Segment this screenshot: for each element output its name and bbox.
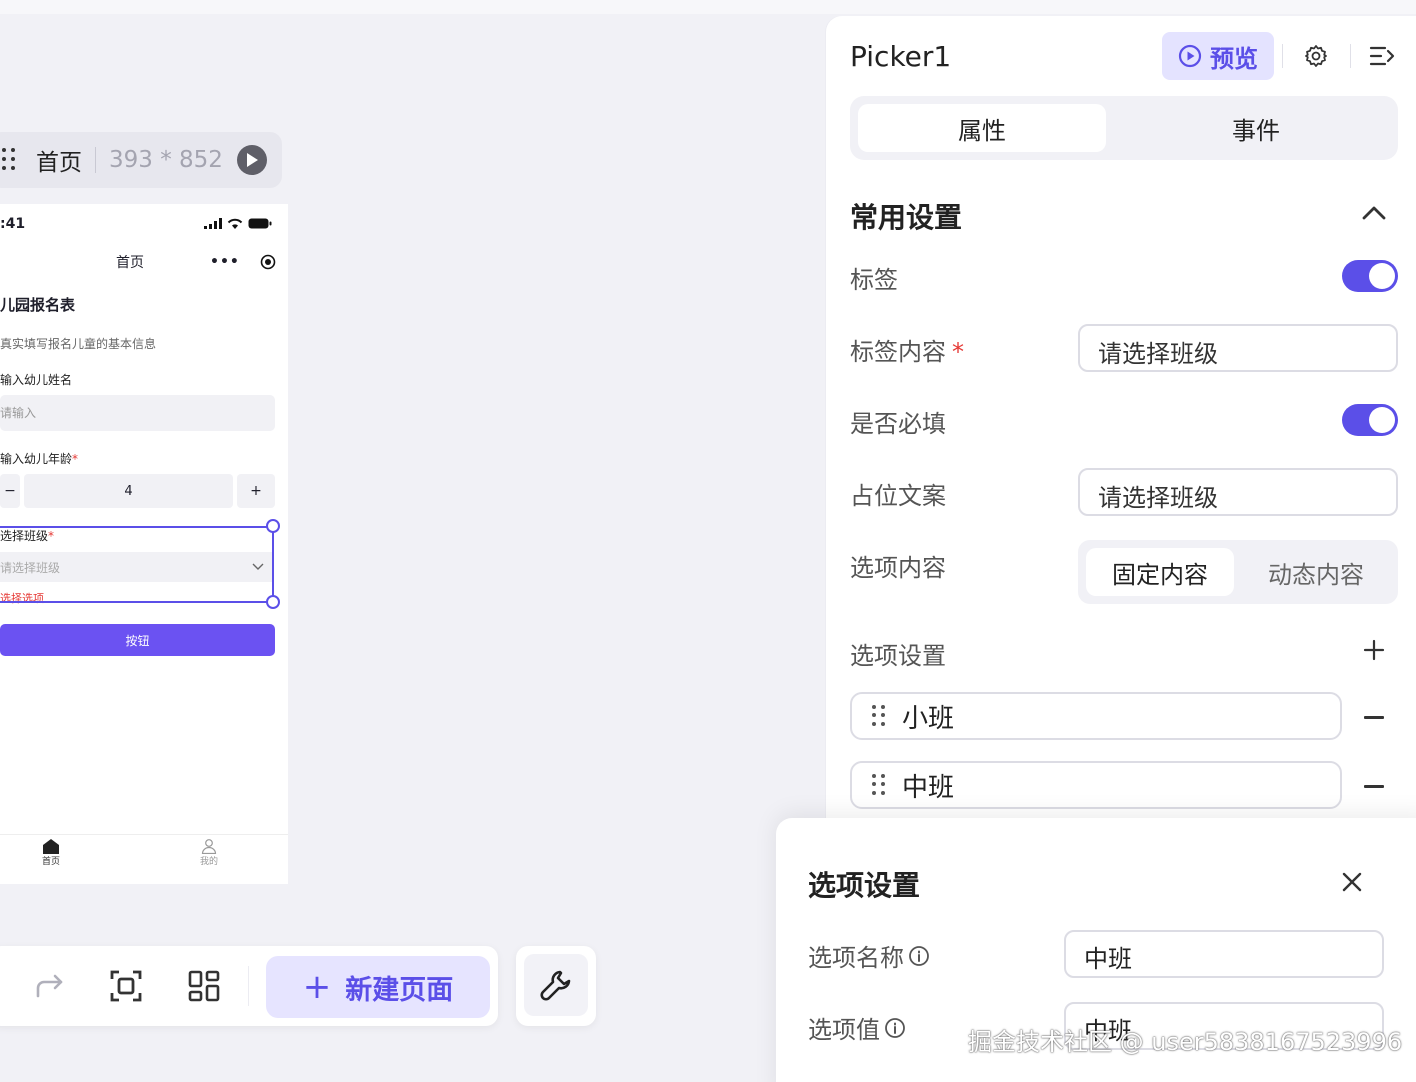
age-label: 输入幼儿年龄* (0, 452, 79, 466)
info-icon[interactable] (908, 945, 930, 967)
fit-screen-icon[interactable] (108, 968, 144, 1004)
placeholder-label: 占位文案 (850, 482, 946, 510)
drag-handle-icon[interactable] (2, 148, 16, 172)
option-content-switch: 固定内容 动态内容 (1078, 540, 1398, 604)
stepper-minus-button[interactable]: − (0, 474, 20, 508)
new-page-button[interactable]: + 新建页面 (266, 956, 490, 1018)
wrench-icon[interactable] (524, 954, 588, 1016)
label-content-input[interactable]: 请选择班级 (1078, 324, 1398, 372)
tools-toolbar (516, 946, 596, 1026)
tab-home[interactable]: 首页 (42, 839, 60, 867)
component-title: Picker1 (850, 40, 952, 73)
battery-icon (248, 218, 272, 229)
chevron-up-icon[interactable] (1360, 202, 1388, 222)
label-toggle-label: 标签 (850, 266, 898, 294)
toggle-knob (1369, 407, 1395, 433)
play-circle-icon (1178, 44, 1202, 68)
gear-icon[interactable] (1302, 42, 1330, 70)
add-option-icon[interactable] (1362, 638, 1386, 662)
resize-handle-top-right[interactable] (266, 519, 280, 533)
panel-tabs: 属性 事件 (850, 96, 1398, 160)
redo-icon[interactable] (32, 968, 68, 1004)
phone-tabbar: 首页 我的 (0, 834, 288, 884)
tab-properties[interactable]: 属性 (858, 104, 1106, 152)
preview-label: 预览 (1210, 44, 1258, 73)
required-toggle-label: 是否必填 (850, 410, 946, 438)
stepper-value[interactable]: 4 (24, 474, 233, 508)
tab-fixed-content[interactable]: 固定内容 (1086, 548, 1234, 596)
new-page-label: 新建页面 (345, 974, 454, 1006)
tab-dynamic-content[interactable]: 动态内容 (1242, 548, 1390, 596)
collapse-panel-icon[interactable] (1368, 42, 1396, 70)
divider (95, 147, 96, 173)
selection-frame[interactable] (0, 526, 274, 603)
phone-canvas: :41 首页 ••• 儿园报名表 真实填写报名儿童的基本信息 输入幼儿姓名 请输… (0, 204, 288, 884)
option-value-label: 选项值 (808, 1010, 906, 1045)
option-name-label: 选项名称 (808, 938, 930, 973)
stepper-plus-button[interactable]: + (237, 474, 275, 508)
option-row[interactable]: 中班 (850, 761, 1342, 809)
mini-capsule[interactable]: ••• (210, 254, 276, 270)
drag-handle-icon[interactable] (872, 705, 886, 727)
user-icon (201, 839, 217, 854)
option-content-label: 选项内容 (850, 554, 946, 582)
status-icons (204, 218, 272, 229)
option-label: 小班 (902, 703, 955, 734)
option-settings-label: 选项设置 (850, 642, 946, 670)
option-row[interactable]: 小班 (850, 692, 1342, 740)
page-name[interactable]: 首页 (36, 143, 82, 177)
status-time: :41 (0, 216, 26, 232)
bottom-toolbar: + 新建页面 (0, 946, 498, 1026)
form-desc: 真实填写报名儿童的基本信息 (0, 337, 157, 351)
header-divider (1282, 44, 1283, 68)
watermark: 掘金技术社区 @ user5838167523996 (968, 1028, 1403, 1056)
header-divider (1350, 44, 1351, 68)
target-icon[interactable] (260, 254, 276, 270)
resize-handle-bottom-right[interactable] (266, 595, 280, 609)
signal-icon (204, 218, 222, 229)
tab-events[interactable]: 事件 (1132, 104, 1380, 152)
name-label: 输入幼儿姓名 (0, 373, 73, 387)
tab-mine-label: 我的 (200, 857, 219, 867)
option-name-input[interactable]: 中班 (1064, 930, 1384, 978)
label-content-label: 标签内容 * (850, 338, 964, 366)
label-toggle[interactable] (1342, 260, 1398, 292)
remove-option-icon[interactable] (1364, 716, 1384, 719)
page-size: 393 * 852 (109, 147, 223, 173)
popup-title: 选项设置 (808, 869, 921, 902)
toolbar-divider (248, 966, 249, 1006)
name-input[interactable]: 请输入 (0, 395, 275, 431)
grid-layout-icon[interactable] (186, 968, 222, 1004)
info-icon[interactable] (884, 1017, 906, 1039)
toggle-knob (1369, 263, 1395, 289)
drag-handle-icon[interactable] (872, 774, 886, 796)
tab-mine[interactable]: 我的 (200, 839, 218, 867)
top-strip (0, 0, 1416, 14)
home-icon (43, 839, 59, 854)
section-title: 常用设置 (850, 201, 963, 234)
form-title: 儿园报名表 (0, 296, 76, 314)
wifi-icon (227, 218, 243, 229)
placeholder-input[interactable]: 请选择班级 (1078, 468, 1398, 516)
more-icon[interactable]: ••• (210, 254, 240, 270)
option-label: 中班 (902, 772, 955, 803)
submit-button[interactable]: 按钮 (0, 624, 275, 656)
remove-option-icon[interactable] (1364, 785, 1384, 788)
play-icon[interactable] (236, 145, 267, 175)
tab-home-label: 首页 (42, 857, 61, 867)
age-stepper: − 4 + (0, 474, 275, 508)
close-icon[interactable] (1340, 870, 1364, 894)
page-bar: 首页 393 * 852 (0, 132, 282, 188)
required-toggle[interactable] (1342, 404, 1398, 436)
plus-icon: + (302, 967, 332, 1007)
preview-button[interactable]: 预览 (1162, 32, 1274, 80)
